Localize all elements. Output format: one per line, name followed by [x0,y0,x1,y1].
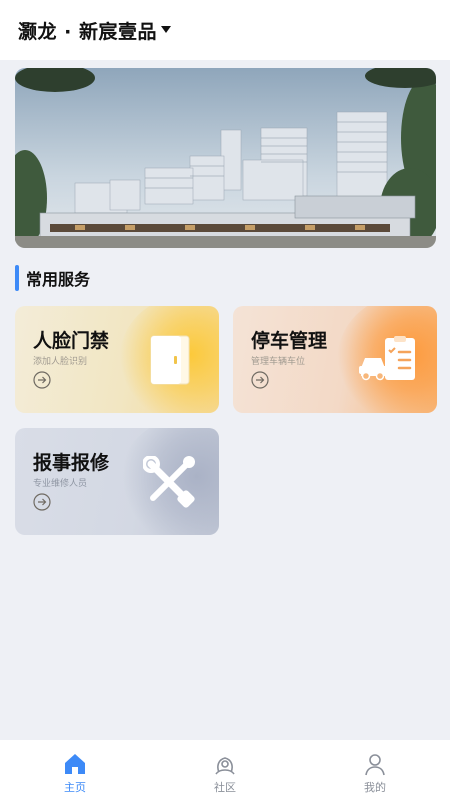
tab-mine[interactable]: 我的 [300,740,450,800]
card-subtitle: 管理车辆车位 [251,357,306,367]
service-card-parking[interactable]: 停车管理 管理车辆车位 [233,306,437,413]
community-selector[interactable]: 灏龙 · 新宸壹品 [18,17,171,44]
door-icon [150,335,190,385]
community-name: 灏龙 · 新宸壹品 [18,20,157,43]
banner-image[interactable] [15,68,436,248]
section-label: 常用服务 [26,270,91,289]
tab-label: 我的 [364,781,386,794]
section-accent-bar [15,265,19,291]
caret-down-icon [160,26,171,33]
card-title: 报事报修 [33,452,110,474]
car-clipboard-icon [359,336,415,381]
card-subtitle: 专业维修人员 [33,479,88,489]
header: 灏龙 · 新宸壹品 [0,0,450,60]
service-card-repair[interactable]: 报事报修 专业维修人员 [15,428,219,535]
service-card-face-access[interactable]: 人脸门禁 添加人脸识别 [15,306,219,413]
card-title: 人脸门禁 [33,330,110,352]
tab-label: 主页 [64,781,86,794]
community-icon [215,757,235,775]
card-title: 停车管理 [251,330,328,352]
tab-label: 社区 [214,781,236,794]
tab-community[interactable]: 社区 [150,740,300,800]
arrow-right-circle-icon [33,371,51,389]
card-subtitle: 添加人脸识别 [33,357,88,367]
section-title: 常用服务 [15,264,90,292]
arrow-right-circle-icon [251,371,269,389]
home-icon [65,754,85,774]
arrow-right-circle-icon [33,493,51,511]
user-icon [365,754,385,776]
bottom-tab-bar: 主页 社区 我的 [0,740,450,800]
wrench-screwdriver-icon [143,456,195,508]
tab-home[interactable]: 主页 [0,740,150,800]
